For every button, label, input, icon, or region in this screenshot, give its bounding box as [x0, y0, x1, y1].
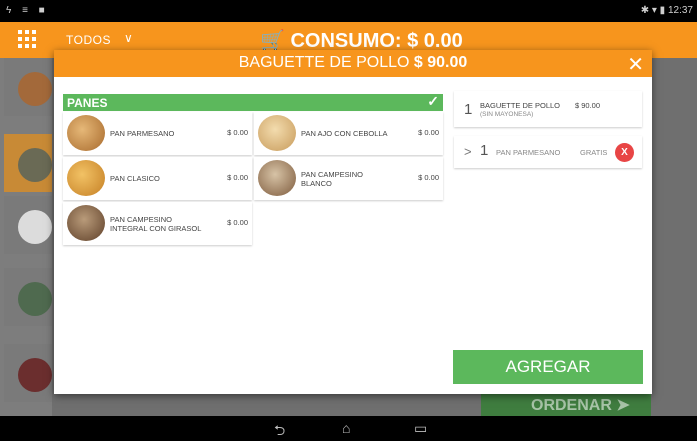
- status-icons-right: ✱ ▾ ▮ 12:37: [641, 5, 693, 16]
- status-icons-left: ϟ ≡ ■: [6, 5, 49, 16]
- category-wine[interactable]: [4, 344, 52, 402]
- option-name: PAN CAMPESINO INTEGRAL CON GIRASOL: [110, 214, 202, 233]
- remove-option-button[interactable]: X: [615, 143, 634, 162]
- recents-icon[interactable]: ▭: [414, 420, 427, 437]
- cart-icon: 🛒: [260, 30, 285, 52]
- option-pan-campesino-blanco[interactable]: PAN CAMPESINO BLANCO $ 0.00: [254, 157, 443, 200]
- section-header-panes[interactable]: PANES ✓: [63, 93, 443, 111]
- product-dialog: BAGUETTE DE POLLO $ 90.00 ✕ PANES ✓ PAN …: [54, 50, 652, 394]
- dialog-title: BAGUETTE DE POLLO $ 90.00: [54, 54, 652, 72]
- section-title: PANES: [67, 96, 108, 110]
- option-price: $ 0.00: [418, 128, 439, 137]
- product-name: BAGUETTE DE POLLO: [238, 54, 410, 71]
- dialog-header: BAGUETTE DE POLLO $ 90.00 ✕: [54, 50, 652, 77]
- category-drinks[interactable]: [4, 58, 52, 116]
- bread-image: [67, 205, 105, 241]
- option-name: PAN AJO CON CEBOLLA: [301, 129, 388, 138]
- category-selector[interactable]: TODOS: [66, 33, 111, 47]
- arrow-right-icon: >: [464, 144, 472, 159]
- category-coffee[interactable]: [4, 196, 52, 254]
- bread-image: [67, 115, 105, 151]
- back-icon[interactable]: ⮌: [274, 420, 285, 441]
- chevron-down-icon[interactable]: ∨: [124, 31, 133, 45]
- category-beer[interactable]: [4, 268, 52, 326]
- consumo-label: CONSUMO: $ 0.00: [290, 30, 463, 52]
- option-pan-ajo-con-cebolla[interactable]: PAN AJO CON CEBOLLA $ 0.00: [254, 112, 443, 155]
- option-price: $ 0.00: [227, 173, 248, 182]
- selected-option-name: PAN PARMESANO: [496, 148, 561, 157]
- item-note: (SIN MAYONESA): [480, 111, 534, 118]
- option-name: PAN CLASICO: [110, 174, 160, 183]
- item-price: $ 90.00: [575, 101, 601, 110]
- status-system-icons: ✱ ▾ ▮: [640, 5, 666, 16]
- bread-image: [67, 160, 105, 196]
- category-sidebar: [0, 58, 52, 416]
- option-price: $ 0.00: [227, 128, 248, 137]
- navigation-bar: ⮌ ⌂ ▭: [0, 416, 697, 441]
- item-quantity: 1: [464, 101, 473, 118]
- option-price: $ 0.00: [227, 218, 248, 227]
- option-quantity: 1: [480, 142, 489, 159]
- option-pan-clasico[interactable]: PAN CLASICO $ 0.00: [63, 157, 252, 200]
- option-name: PAN PARMESANO: [110, 129, 175, 138]
- bread-image: [258, 160, 296, 196]
- grid-menu-icon[interactable]: [18, 30, 36, 48]
- order-summary-item: 1 BAGUETTE DE POLLO (SIN MAYONESA) $ 90.…: [454, 91, 642, 127]
- bread-image: [258, 115, 296, 151]
- item-name: BAGUETTE DE POLLO: [480, 101, 561, 110]
- category-sandwiches[interactable]: [4, 134, 52, 192]
- ordenar-label: ORDENAR: [531, 397, 612, 414]
- agregar-button[interactable]: AGREGAR: [453, 350, 643, 384]
- close-icon[interactable]: ✕: [627, 52, 644, 77]
- ordenar-button[interactable]: ORDENAR ➤: [481, 392, 651, 416]
- check-icon: ✓: [427, 93, 439, 109]
- status-bar: ϟ ≡ ■ ✱ ▾ ▮ 12:37: [0, 0, 697, 22]
- option-price: $ 0.00: [418, 173, 439, 182]
- option-pan-parmesano[interactable]: PAN PARMESANO $ 0.00: [63, 112, 252, 155]
- product-price: $ 90.00: [413, 54, 468, 71]
- home-icon[interactable]: ⌂: [342, 420, 350, 436]
- option-name: PAN CAMPESINO BLANCO: [301, 169, 363, 188]
- option-pan-campesino-integral[interactable]: PAN CAMPESINO INTEGRAL CON GIRASOL $ 0.0…: [63, 202, 252, 245]
- selected-option-price: GRATIS: [580, 148, 608, 157]
- selected-option-row: > 1 PAN PARMESANO GRATIS X: [454, 136, 642, 168]
- clock: 12:37: [667, 5, 693, 16]
